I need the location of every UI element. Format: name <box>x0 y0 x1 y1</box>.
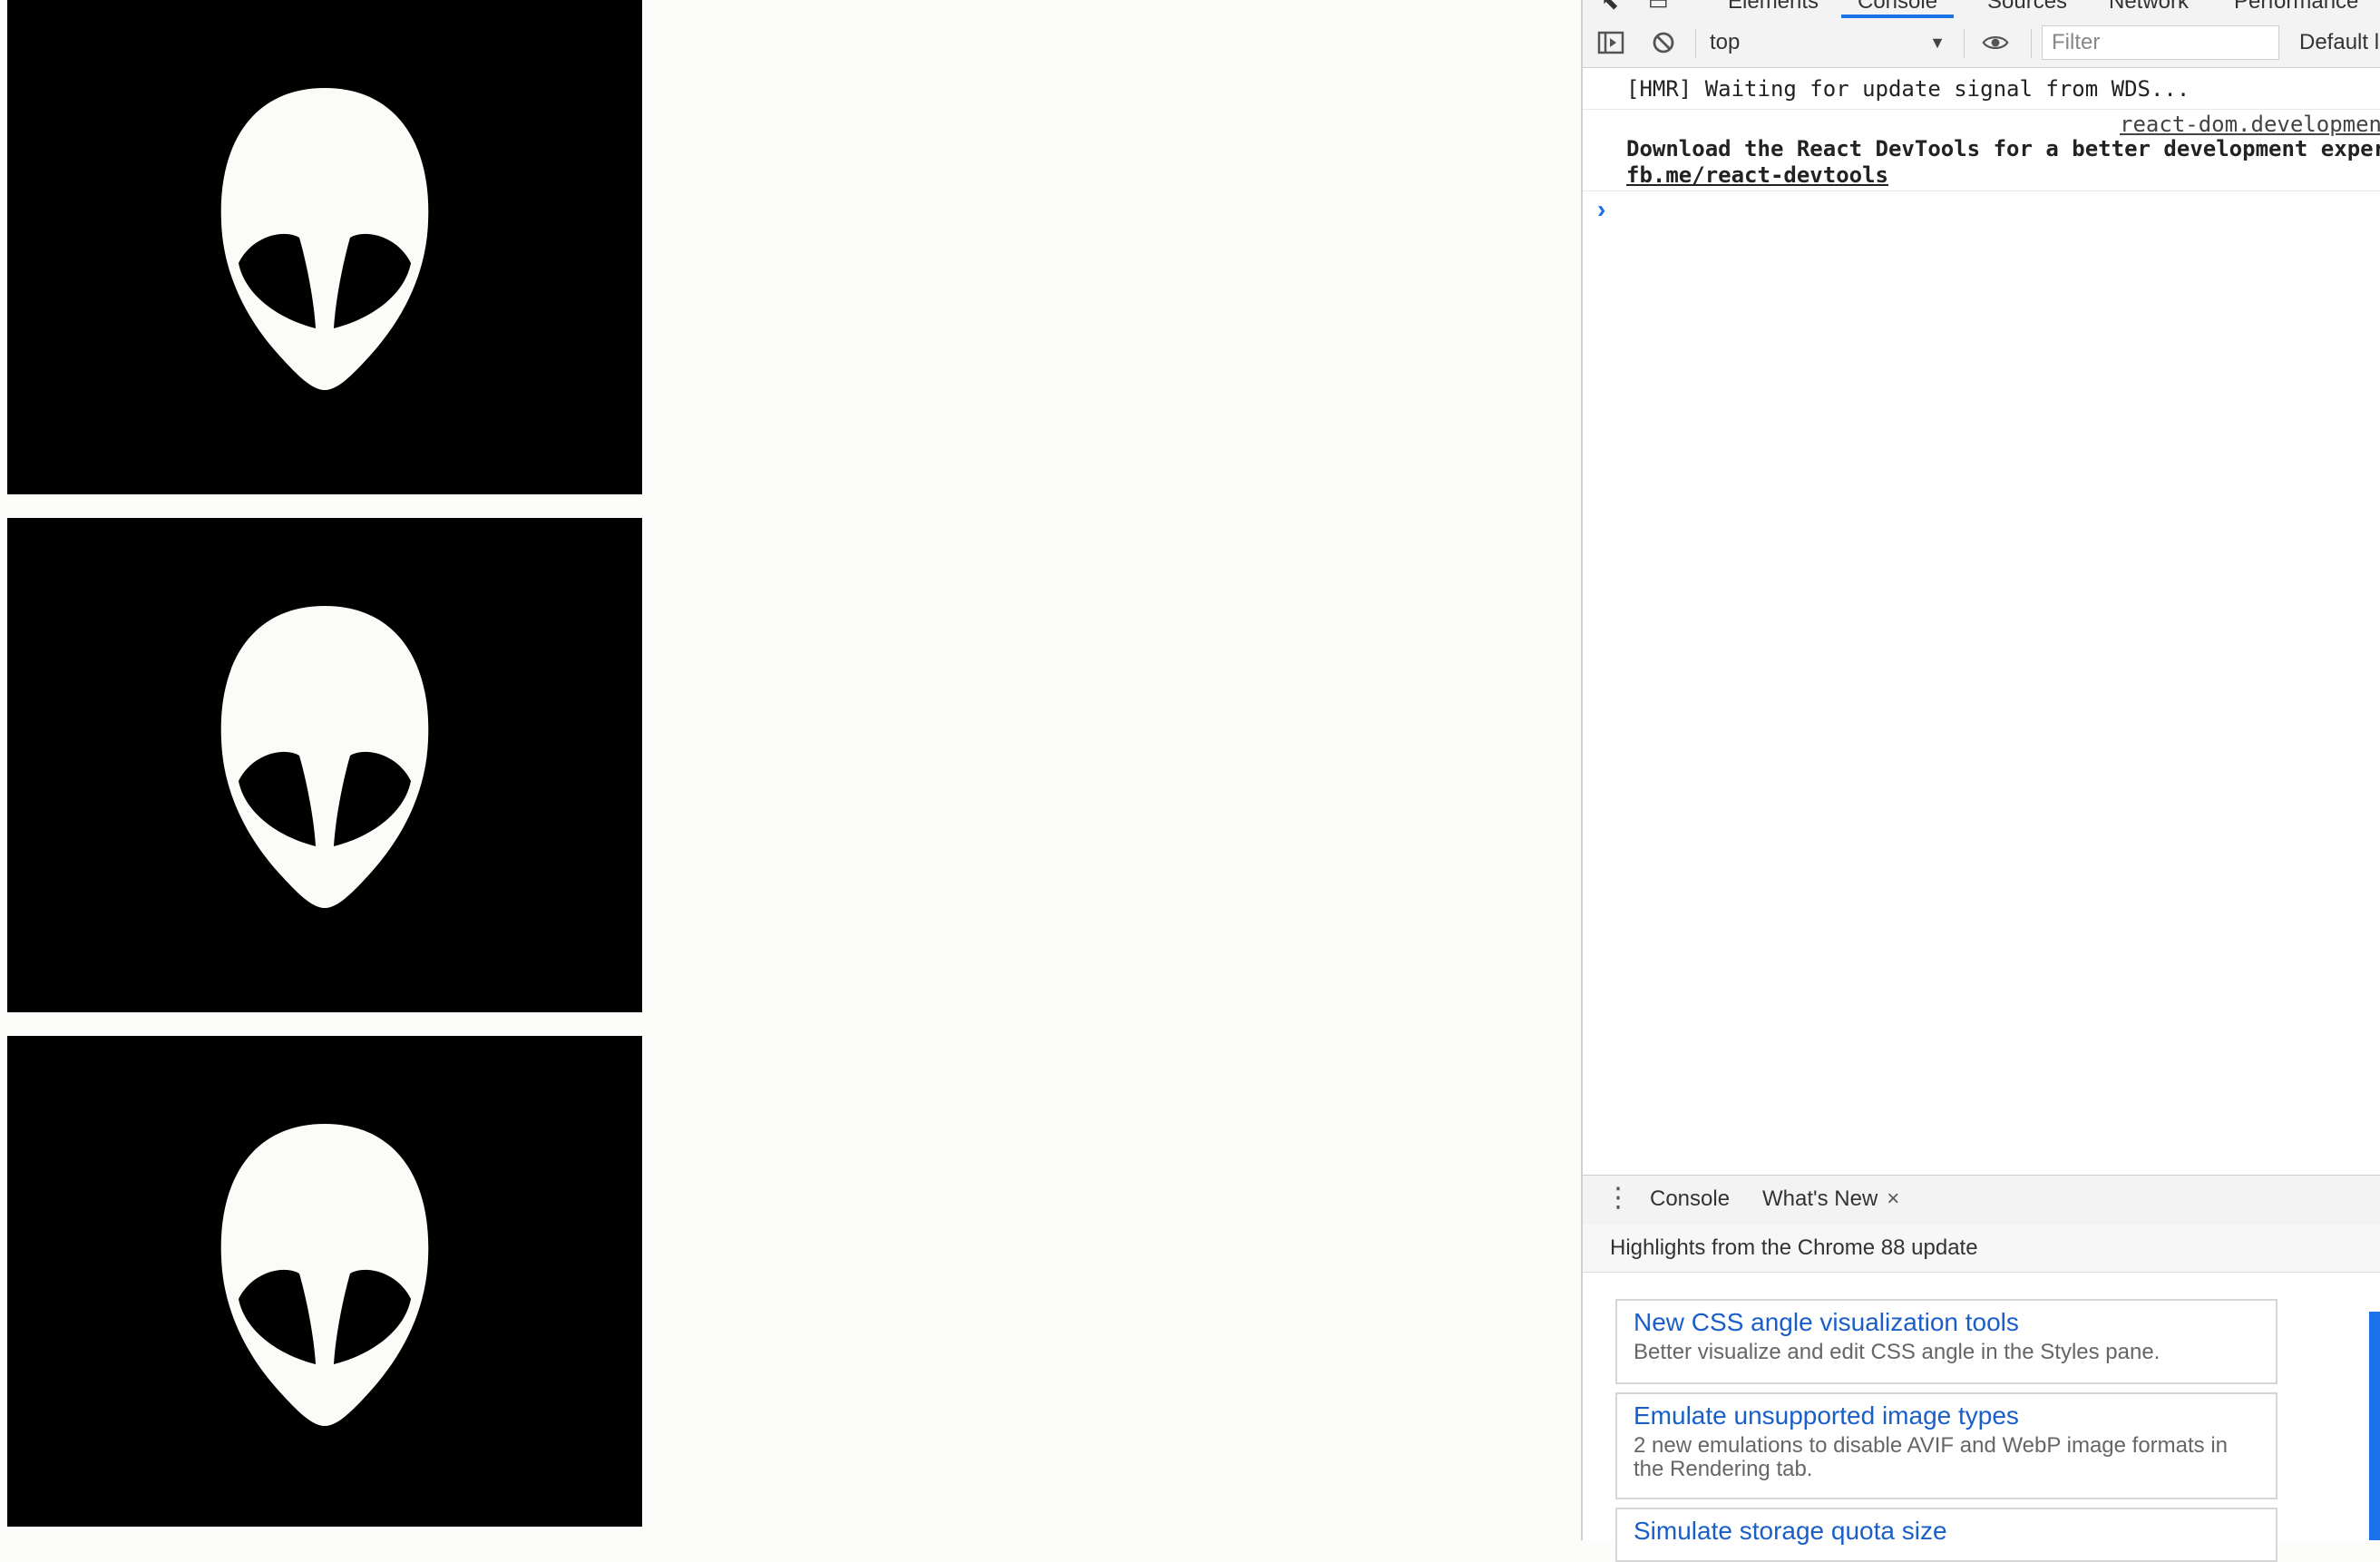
filter-input[interactable]: Filter <box>2042 25 2279 60</box>
inspect-icon[interactable]: ⬉ <box>1601 0 1619 15</box>
alien-head-icon <box>220 88 429 390</box>
dropdown-arrow-icon: ▼ <box>1929 34 1946 52</box>
feature-card-desc: 2 new emulations to disable AVIF and Web… <box>1634 1433 2229 1481</box>
react-devtools-link[interactable]: fb.me/react-devtools <box>1626 162 1888 188</box>
alien-image-1 <box>7 0 642 494</box>
feature-card-desc: Better visualize and edit CSS angle in t… <box>1634 1340 2161 1364</box>
tab-performance[interactable]: Performance <box>2234 0 2358 15</box>
drawer-tab-label: What's New <box>1762 1186 1878 1211</box>
feature-card-title[interactable]: Simulate storage quota size <box>1634 1517 2259 1546</box>
device-toolbar-icon[interactable]: ▭ <box>1648 0 1669 15</box>
console-output: [HMR] Waiting for update signal from WDS… <box>1583 68 2380 1175</box>
toolbar-divider <box>1695 29 1696 58</box>
whats-new-banner-edge <box>2369 1312 2380 1540</box>
toolbar-divider <box>2031 29 2032 58</box>
message-divider <box>1583 109 2380 110</box>
log-levels-dropdown[interactable]: Default l <box>2299 27 2379 58</box>
tab-sources[interactable]: Sources <box>1987 0 2067 15</box>
alien-image-3 <box>7 1036 642 1527</box>
whats-new-header: Highlights from the Chrome 88 update <box>1583 1225 2380 1273</box>
console-message-hmr: [HMR] Waiting for update signal from WDS… <box>1626 76 2190 102</box>
message-source-link[interactable]: react-dom.developmen <box>2120 112 2380 137</box>
kebab-menu-icon[interactable]: ⋮ <box>1605 1185 1632 1212</box>
close-icon[interactable]: × <box>1887 1186 1899 1211</box>
page-content <box>0 0 1581 1540</box>
context-selector[interactable]: top ▼ <box>1710 27 1951 58</box>
context-value: top <box>1710 30 1741 54</box>
whats-new-heading: Highlights from the Chrome 88 update <box>1610 1235 1978 1260</box>
alien-head-icon <box>220 1124 429 1426</box>
drawer-tab-strip: ⋮ Console What's New × <box>1583 1175 2380 1228</box>
drawer-tab-whats-new[interactable]: What's New × <box>1750 1186 1913 1228</box>
tab-elements[interactable]: Elements <box>1728 0 1819 15</box>
tab-console[interactable]: Console <box>1841 0 1955 18</box>
console-message-devtools: Download the React DevTools for a better… <box>1626 136 2380 161</box>
drawer-tab-console[interactable]: Console <box>1650 1186 1730 1212</box>
sidebar-toggle-icon[interactable] <box>1597 29 1624 56</box>
feature-card-title[interactable]: Emulate unsupported image types <box>1634 1401 2259 1430</box>
devtools-panel: ⬉ ▭ Elements Console Sources Network Per… <box>1581 0 2380 1562</box>
devtools-tab-strip: ⬉ ▭ Elements Console Sources Network Per… <box>1583 0 2380 19</box>
console-toolbar: top ▼ Filter Default l <box>1583 18 2380 68</box>
message-divider <box>1583 190 2380 191</box>
whats-new-body: New CSS angle visualization tools Better… <box>1583 1273 2380 1562</box>
feature-card-title[interactable]: New CSS angle visualization tools <box>1634 1308 2259 1337</box>
alien-head-icon <box>220 606 429 908</box>
alien-image-2 <box>7 518 642 1012</box>
feature-card[interactable]: Emulate unsupported image types 2 new em… <box>1615 1392 2278 1499</box>
tab-network[interactable]: Network <box>2109 0 2189 15</box>
console-prompt[interactable]: › <box>1597 195 1605 224</box>
feature-card[interactable]: Simulate storage quota size <box>1615 1508 2278 1562</box>
feature-card[interactable]: New CSS angle visualization tools Better… <box>1615 1299 2278 1384</box>
clear-console-icon[interactable] <box>1650 29 1677 56</box>
toolbar-divider <box>1964 29 1965 58</box>
eye-icon[interactable] <box>1982 29 2009 56</box>
